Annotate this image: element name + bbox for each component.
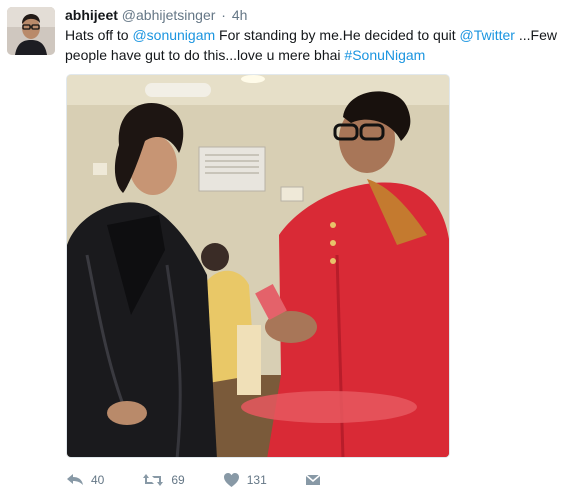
tweet-actions: 40 69 131 [66, 470, 359, 490]
photo-image [67, 75, 449, 457]
hashtag-sonunigam[interactable]: #SonuNigam [344, 47, 425, 63]
header-separator: · [221, 7, 226, 23]
mention-twitter[interactable]: @Twitter [460, 27, 515, 43]
retweet-button[interactable]: 69 [142, 472, 185, 488]
tweet-text: Hats off to @sonunigam For standing by m… [65, 25, 565, 65]
mention-sonunigam[interactable]: @sonunigam [132, 27, 215, 43]
retweet-count: 69 [171, 473, 185, 487]
heart-icon [223, 473, 239, 487]
envelope-icon [305, 474, 321, 485]
author-fullname[interactable]: abhijeet [65, 7, 118, 23]
like-button[interactable]: 131 [223, 472, 267, 488]
reply-icon [67, 474, 83, 485]
retweet-icon [143, 474, 164, 486]
avatar[interactable] [7, 7, 55, 55]
tweet-timestamp[interactable]: 4h [232, 7, 248, 23]
reply-button[interactable]: 40 [66, 472, 104, 488]
avatar-image [7, 7, 55, 55]
tweet-text-segment: Hats off to [65, 27, 133, 43]
like-count: 131 [246, 473, 267, 487]
tweet-header: abhijeet @abhijetsinger · 4h [65, 6, 247, 24]
tweet-photo[interactable] [66, 74, 450, 458]
author-username[interactable]: @abhijetsinger [122, 7, 216, 23]
tweet-text-segment: For standing by me.He decided to quit [215, 27, 460, 43]
reply-count: 40 [91, 473, 105, 487]
direct-message-button[interactable] [305, 473, 321, 487]
